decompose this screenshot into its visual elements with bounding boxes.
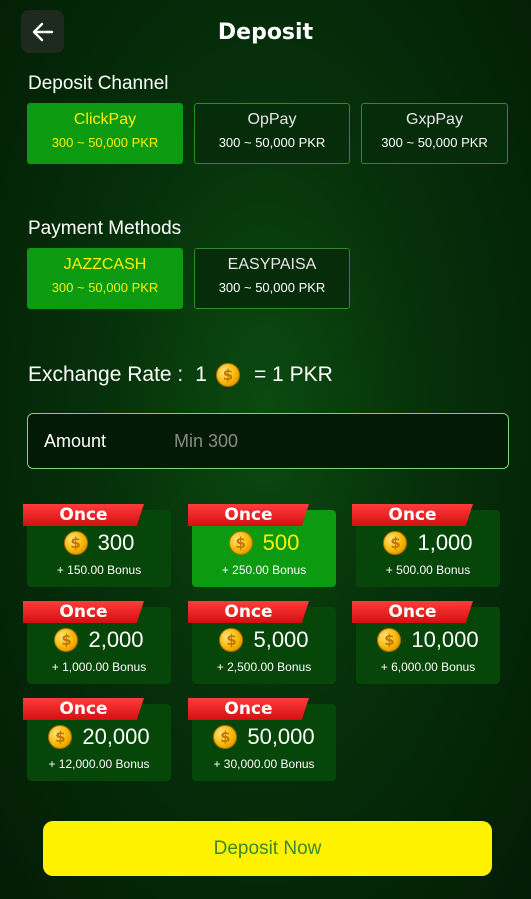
coin-icon	[63, 531, 88, 555]
method-name: EASYPAISA	[227, 256, 317, 273]
method-easypaisa[interactable]: EASYPAISA 300 ~ 50,000 PKR	[194, 248, 350, 309]
package-bonus: + 12,000.00 Bonus	[48, 757, 150, 771]
channel-range: 300 ~ 50,000 PKR	[381, 135, 488, 150]
package-bonus: + 30,000.00 Bonus	[213, 757, 315, 771]
exchange-rate-right: = 1 PKR	[253, 363, 333, 386]
coin-icon	[228, 531, 253, 555]
package-bonus: + 2,500.00 Bonus	[216, 660, 312, 674]
package-5000[interactable]: Once 5,000 + 2,500.00 Bonus	[188, 601, 336, 684]
channel-gxppay[interactable]: GxpPay 300 ~ 50,000 PKR	[361, 103, 508, 164]
once-badge: Once	[352, 601, 473, 623]
coin-icon	[377, 628, 402, 652]
amount-label: Amount	[44, 431, 107, 451]
deposit-channel-title: Deposit Channel	[28, 73, 169, 94]
package-amount: 10,000	[411, 627, 479, 652]
amount-field[interactable]: Amount	[27, 413, 509, 469]
package-amount: 300	[97, 530, 135, 555]
package-amount: 50,000	[247, 724, 315, 749]
method-range: 300 ~ 50,000 PKR	[51, 280, 159, 295]
channel-range: 300 ~ 50,000 PKR	[218, 135, 326, 150]
once-badge: Once	[23, 601, 144, 623]
channel-name: GxpPay	[406, 111, 463, 128]
exchange-rate-left: 1	[195, 363, 207, 386]
once-badge: Once	[188, 504, 309, 526]
header: Deposit	[0, 0, 531, 66]
coin-icon	[48, 725, 73, 749]
package-20000[interactable]: Once 20,000 + 12,000.00 Bonus	[23, 698, 171, 781]
channel-range: 300 ~ 50,000 PKR	[51, 135, 159, 150]
once-badge: Once	[188, 698, 309, 720]
package-bonus: + 1,000.00 Bonus	[51, 660, 147, 674]
channel-clickpay[interactable]: ClickPay 300 ~ 50,000 PKR	[27, 103, 183, 164]
package-bonus: + 500.00 Bonus	[385, 563, 471, 577]
exchange-rate: Exchange Rate : 1 = 1 PKR	[28, 363, 333, 387]
package-500[interactable]: Once 500 + 250.00 Bonus	[188, 504, 336, 587]
package-50000[interactable]: Once 50,000 + 30,000.00 Bonus	[188, 698, 336, 781]
package-10000[interactable]: Once 10,000 + 6,000.00 Bonus	[352, 601, 500, 684]
package-amount: 2,000	[88, 627, 144, 652]
package-bonus: + 6,000.00 Bonus	[380, 660, 476, 674]
package-amount: 1,000	[417, 530, 473, 555]
coin-icon	[219, 628, 244, 652]
method-name: JAZZCASH	[63, 256, 147, 273]
method-range: 300 ~ 50,000 PKR	[218, 280, 326, 295]
package-amount: 500	[262, 530, 300, 555]
coin-icon	[383, 531, 408, 555]
once-badge: Once	[352, 504, 473, 526]
package-bonus: + 250.00 Bonus	[221, 563, 307, 577]
coin-icon	[215, 363, 240, 387]
page-title: Deposit	[217, 20, 314, 45]
deposit-now-button[interactable]: Deposit Now	[43, 821, 492, 876]
once-badge: Once	[23, 504, 144, 526]
exchange-rate-label: Exchange Rate :	[28, 363, 184, 386]
coin-icon	[213, 725, 238, 749]
channel-name: OpPay	[247, 111, 297, 128]
package-2000[interactable]: Once 2,000 + 1,000.00 Bonus	[23, 601, 171, 684]
package-1000[interactable]: Once 1,000 + 500.00 Bonus	[352, 504, 500, 587]
package-amount: 5,000	[253, 627, 309, 652]
once-badge: Once	[188, 601, 309, 623]
method-jazzcash[interactable]: JAZZCASH 300 ~ 50,000 PKR	[27, 248, 183, 309]
package-300[interactable]: Once 300 + 150.00 Bonus	[23, 504, 171, 587]
coin-icon	[54, 628, 79, 652]
channel-oppay[interactable]: OpPay 300 ~ 50,000 PKR	[194, 103, 350, 164]
package-amount: 20,000	[82, 724, 150, 749]
channel-name: ClickPay	[73, 111, 137, 128]
once-badge: Once	[23, 698, 144, 720]
amount-input[interactable]	[174, 424, 494, 458]
package-bonus: + 150.00 Bonus	[56, 563, 142, 577]
payment-methods-title: Payment Methods	[28, 218, 182, 239]
